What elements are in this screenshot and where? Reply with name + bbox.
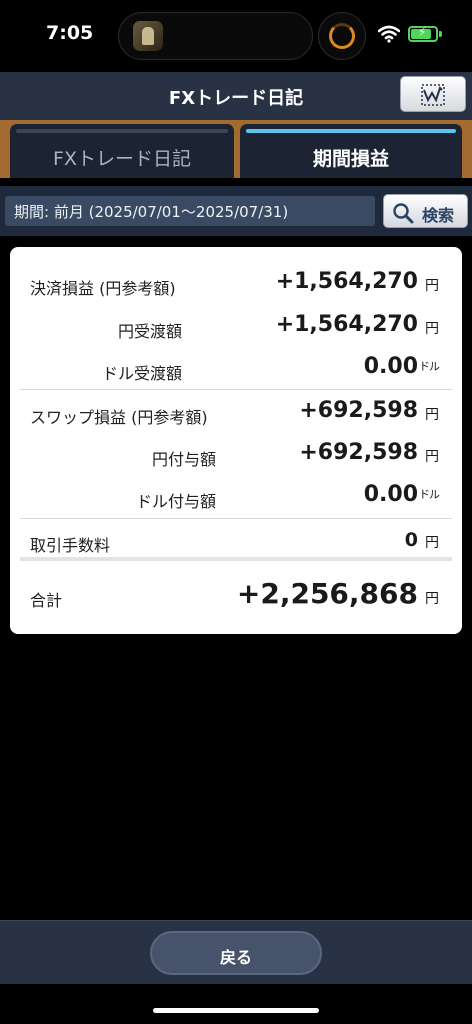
tab-indicator <box>16 129 228 133</box>
yen-granted-value: +692,598 <box>299 440 418 465</box>
settlement-unit: 円 <box>425 278 439 294</box>
period-selector[interactable]: 期間: 前月 (2025/07/01〜2025/07/31) <box>5 196 375 226</box>
tab-label: FXトレード日記 <box>53 148 191 170</box>
dollar-granted-unit: ドル <box>419 488 440 501</box>
fee-label: 取引手数料 <box>30 536 111 555</box>
yen-received-unit: 円 <box>425 321 439 337</box>
period-text: 期間: 前月 (2025/07/01〜2025/07/31) <box>14 203 289 221</box>
dollar-granted-label: ドル付与額 <box>136 492 217 511</box>
dollar-received-label: ドル受渡額 <box>102 364 183 383</box>
settlement-label: 決済損益 (円参考額) <box>30 279 176 298</box>
dollar-received-unit: ドル <box>419 360 440 373</box>
back-button[interactable]: 戻る <box>150 931 322 975</box>
fee-value: 0 <box>404 529 418 551</box>
divider <box>20 518 452 519</box>
total-label: 合計 <box>30 591 63 610</box>
total-unit: 円 <box>425 591 439 607</box>
yen-granted-label: 円付与額 <box>152 450 217 469</box>
dynamic-island <box>118 12 313 60</box>
divider <box>20 389 452 390</box>
app-header: FXトレード日記 <box>0 72 472 120</box>
total-value: +2,256,868 <box>236 577 418 610</box>
tab-bar: FXトレード日記 期間損益 <box>0 120 472 178</box>
tab-fx-trade-diary[interactable]: FXトレード日記 <box>10 124 234 178</box>
swap-unit: 円 <box>425 407 439 423</box>
yen-granted-unit: 円 <box>425 449 439 465</box>
home-indicator[interactable] <box>153 1008 319 1013</box>
swap-label: スワップ損益 (円参考額) <box>30 408 208 427</box>
yen-received-label: 円受渡額 <box>118 322 183 341</box>
swap-value: +692,598 <box>299 398 418 423</box>
search-button[interactable]: 検索 <box>383 194 468 228</box>
battery-tip <box>439 31 442 37</box>
settlement-value: +1,564,270 <box>275 269 418 294</box>
period-bar: 期間: 前月 (2025/07/01〜2025/07/31) 検索 <box>0 186 472 236</box>
line-chart-icon <box>421 84 445 106</box>
fee-unit: 円 <box>425 535 439 551</box>
timer-ring-icon <box>318 12 366 60</box>
search-icon <box>393 203 414 224</box>
chart-button[interactable] <box>400 76 466 112</box>
total-divider <box>20 557 452 561</box>
back-label: 戻る <box>219 948 252 967</box>
status-time: 7:05 <box>46 22 94 44</box>
footer-bar: 戻る <box>0 920 472 984</box>
battery-icon: ⚡ <box>408 25 438 42</box>
wifi-icon <box>378 25 400 43</box>
status-bar: 7:05 ⚡ <box>0 0 472 72</box>
yen-received-value: +1,564,270 <box>275 312 418 337</box>
media-thumbnail-icon <box>133 21 163 51</box>
tab-label: 期間損益 <box>312 148 389 170</box>
tab-indicator-active <box>246 129 456 133</box>
profit-summary-card: 決済損益 (円参考額) +1,564,270 円 円受渡額 +1,564,270… <box>10 247 462 634</box>
tab-period-profit[interactable]: 期間損益 <box>240 124 462 178</box>
search-label: 検索 <box>422 206 455 225</box>
dollar-received-value: 0.00 <box>363 354 418 379</box>
dollar-granted-value: 0.00 <box>363 482 418 507</box>
